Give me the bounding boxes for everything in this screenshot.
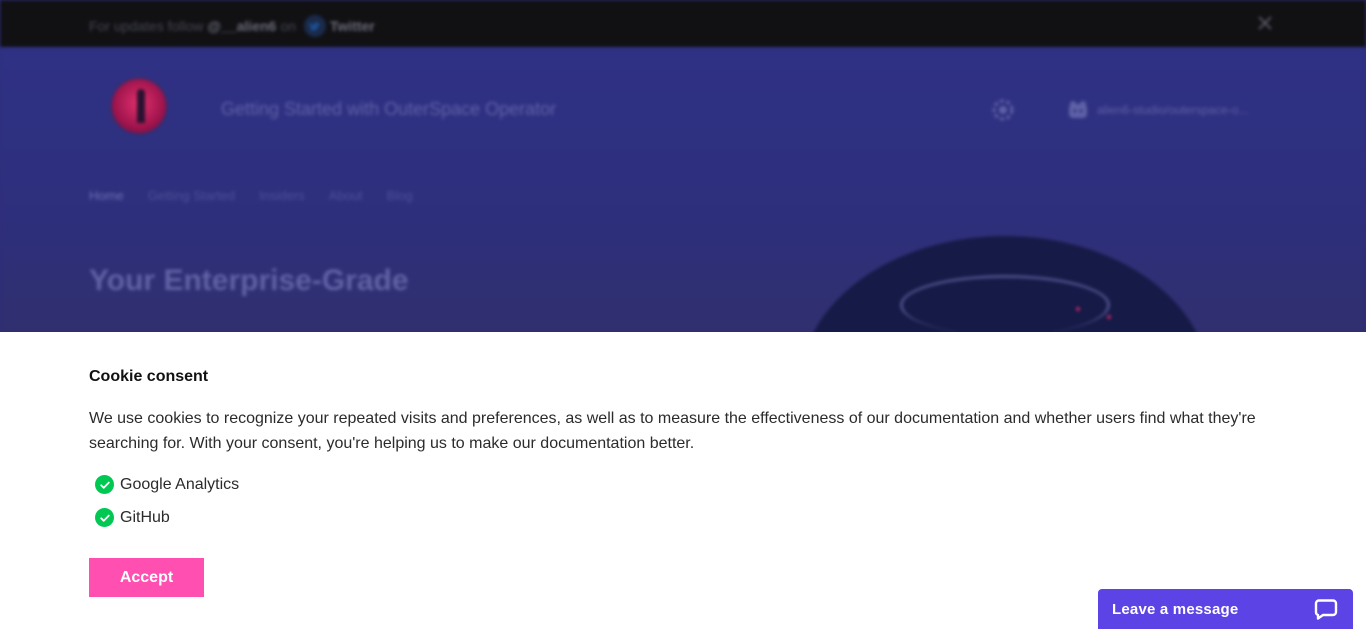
hero-illustration-ring: [900, 275, 1110, 335]
close-icon[interactable]: [1256, 14, 1274, 32]
announcement-on: on: [280, 18, 296, 34]
announcement-handle[interactable]: @__alien6: [207, 18, 276, 34]
tab-insiders[interactable]: Insiders: [259, 188, 305, 203]
cookie-consent-text: We use cookies to recognize your repeate…: [89, 410, 1256, 452]
announcement-platform[interactable]: Twitter: [330, 18, 375, 34]
announcement-prefix: For updates follow: [89, 18, 204, 34]
site-logo[interactable]: [110, 77, 168, 135]
tab-home[interactable]: Home: [89, 188, 124, 203]
checkmark-icon[interactable]: [95, 475, 114, 494]
cookie-option-github[interactable]: GitHub: [95, 508, 170, 527]
chat-widget[interactable]: Leave a message: [1098, 589, 1353, 629]
checkmark-icon[interactable]: [95, 508, 114, 527]
hero-star: [1107, 315, 1111, 319]
gear-icon[interactable]: [992, 99, 1014, 121]
chat-bubble-icon: [1314, 599, 1338, 620]
announcement-text: For updates follow @__alien6 on Twitter: [89, 15, 375, 37]
github-icon: [1069, 101, 1087, 118]
site-title[interactable]: Getting Started with OuterSpace Operator: [221, 99, 556, 120]
tab-blog[interactable]: Blog: [387, 188, 413, 203]
cookie-consent-title: Cookie consent: [89, 368, 209, 385]
twitter-icon: [303, 15, 326, 37]
chat-widget-label: Leave a message: [1112, 600, 1239, 618]
repo-label: alien6-studio/outerspace-o...: [1097, 103, 1249, 117]
cookie-option-google-analytics[interactable]: Google Analytics: [95, 475, 239, 494]
cookie-option-label: Google Analytics: [120, 475, 240, 493]
cookie-option-label: GitHub: [120, 508, 170, 526]
hero-star: [1076, 307, 1080, 311]
repo-link[interactable]: alien6-studio/outerspace-o...: [1067, 99, 1248, 121]
cookie-consent-dialog: Cookie consent We use cookies to recogni…: [0, 332, 1366, 629]
announcement-bar: For updates follow @__alien6 on Twitter: [0, 0, 1366, 47]
nav-tabs: Home Getting Started Insiders About Blog: [89, 188, 413, 203]
hero-title: Your Enterprise-Grade: [89, 264, 409, 297]
tab-getting-started[interactable]: Getting Started: [148, 188, 235, 203]
tab-about[interactable]: About: [329, 188, 363, 203]
accept-button[interactable]: Accept: [89, 558, 204, 597]
